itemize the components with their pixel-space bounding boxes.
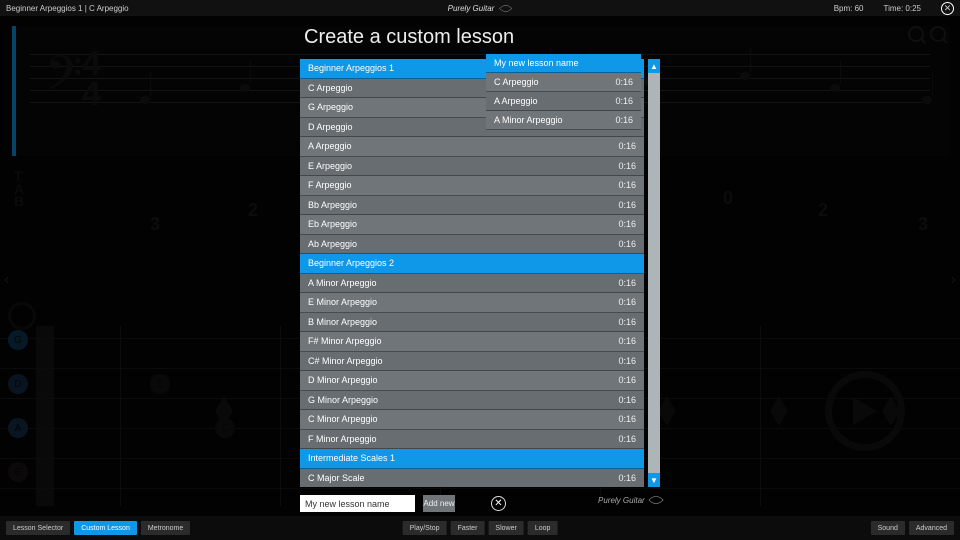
toolbar-button-sound[interactable]: Sound: [871, 521, 905, 535]
close-app-button[interactable]: ✕: [941, 2, 954, 15]
toolbar-button-slower[interactable]: Slower: [488, 521, 523, 535]
target-list-header[interactable]: My new lesson name: [486, 54, 641, 73]
source-lesson-item[interactable]: Eb Arpeggio0:16: [300, 215, 644, 235]
toolbar-button-advanced[interactable]: Advanced: [909, 521, 954, 535]
source-lesson-item[interactable]: F Arpeggio0:16: [300, 176, 644, 196]
new-lesson-name-input[interactable]: [300, 495, 415, 512]
close-modal-button[interactable]: ✕: [491, 496, 506, 511]
toolbar-button-metronome[interactable]: Metronome: [141, 521, 190, 535]
target-lesson-item[interactable]: A Minor Arpeggio0:16: [486, 111, 641, 130]
source-lesson-item[interactable]: E Arpeggio0:16: [300, 157, 644, 177]
source-list-scrollbar[interactable]: ▲ ▼: [648, 59, 660, 487]
source-lesson-item[interactable]: D Minor Arpeggio0:16: [300, 371, 644, 391]
app-brand: Purely Guitar: [448, 4, 513, 13]
source-lesson-item[interactable]: A Minor Arpeggio0:16: [300, 274, 644, 294]
source-lesson-item[interactable]: F# Minor Arpeggio0:16: [300, 332, 644, 352]
source-lesson-item[interactable]: Ab Arpeggio0:16: [300, 235, 644, 255]
toolbar-button-custom-lesson[interactable]: Custom Lesson: [74, 521, 137, 535]
source-lesson-item[interactable]: B Minor Arpeggio0:16: [300, 313, 644, 333]
bottom-toolbar: Lesson Selector Custom Lesson Metronome Pl…: [0, 516, 960, 540]
source-lesson-item[interactable]: C Major Scale0:16: [300, 469, 644, 488]
scroll-down-button[interactable]: ▼: [648, 473, 660, 487]
source-section-header[interactable]: Intermediate Scales 1: [300, 449, 644, 469]
target-lesson-list: My new lesson name C Arpeggio0:16A Arpeg…: [486, 54, 641, 130]
source-lesson-item[interactable]: F Minor Arpeggio0:16: [300, 430, 644, 450]
toolbar-button-loop[interactable]: Loop: [528, 521, 558, 535]
source-section-header[interactable]: Beginner Arpeggios 2: [300, 254, 644, 274]
source-lesson-item[interactable]: G Minor Arpeggio0:16: [300, 391, 644, 411]
toolbar-button-lesson-selector[interactable]: Lesson Selector: [6, 521, 70, 535]
top-bar: Beginner Arpeggios 1 | C Arpeggio Purely…: [0, 0, 960, 16]
toolbar-button-play-stop[interactable]: Play/Stop: [403, 521, 447, 535]
bpm-indicator: Bpm: 60: [834, 4, 864, 13]
source-lesson-item[interactable]: A Arpeggio0:16: [300, 137, 644, 157]
scroll-up-button[interactable]: ▲: [648, 59, 660, 73]
source-lesson-item[interactable]: E Minor Arpeggio0:16: [300, 293, 644, 313]
target-lesson-item[interactable]: A Arpeggio0:16: [486, 92, 641, 111]
footer-brand: Purely Guitar: [598, 495, 664, 505]
source-lesson-item[interactable]: C# Minor Arpeggio0:16: [300, 352, 644, 372]
add-new-button[interactable]: Add new: [423, 495, 455, 512]
target-lesson-item[interactable]: C Arpeggio0:16: [486, 73, 641, 92]
window-title: Beginner Arpeggios 1 | C Arpeggio: [6, 4, 129, 13]
toolbar-button-faster[interactable]: Faster: [451, 521, 485, 535]
source-lesson-item[interactable]: Bb Arpeggio0:16: [300, 196, 644, 216]
time-indicator: Time: 0:25: [884, 4, 922, 13]
source-lesson-item[interactable]: C Minor Arpeggio0:16: [300, 410, 644, 430]
modal-heading: Create a custom lesson: [304, 26, 660, 49]
